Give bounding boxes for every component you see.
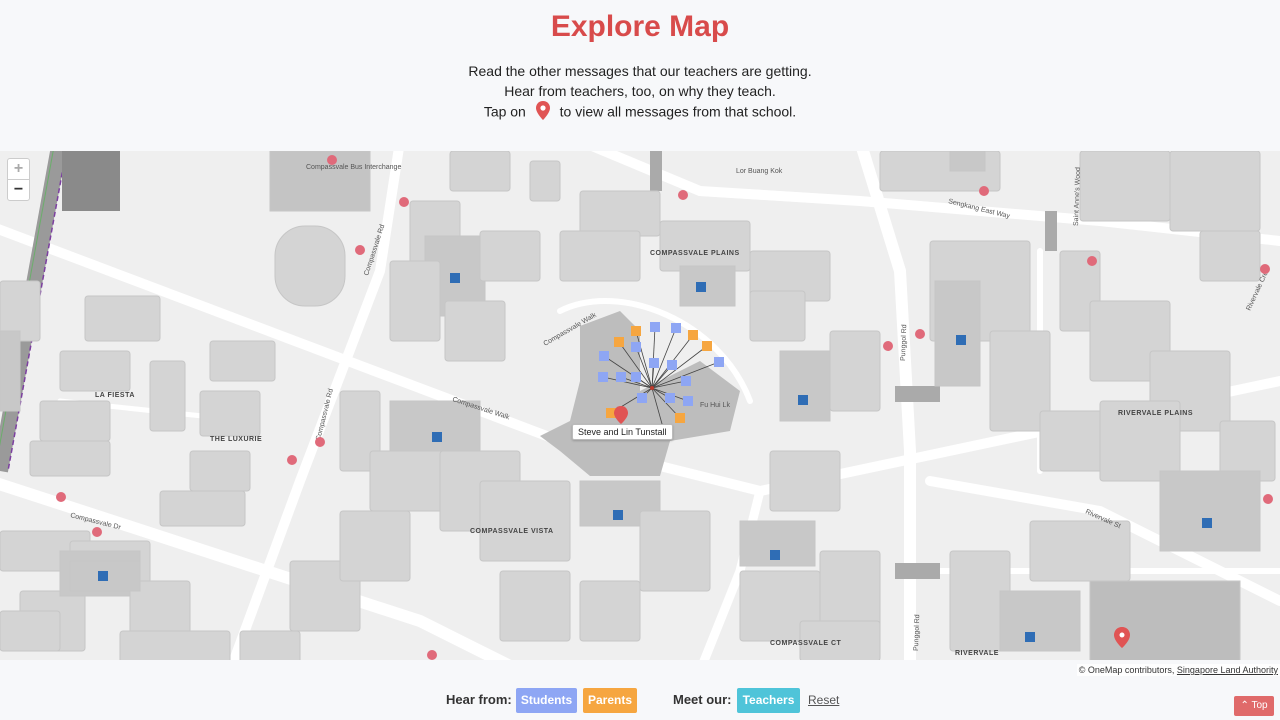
chevron-up-icon: ⌃ [1240, 700, 1249, 711]
attribution-text: © OneMap contributors, [1078, 665, 1175, 675]
intro-line-1: Read the other messages that our teacher… [468, 63, 812, 79]
intro-line-3-before: Tap on [483, 103, 526, 120]
student-message-marker[interactable] [683, 396, 693, 406]
parent-message-marker[interactable] [675, 413, 685, 423]
student-message-marker[interactable] [637, 393, 647, 403]
student-message-marker[interactable] [631, 372, 641, 382]
student-message-marker[interactable] [681, 376, 691, 386]
map-pin-icon [535, 101, 550, 125]
cluster-center [650, 386, 654, 390]
student-message-marker[interactable] [665, 393, 675, 403]
page-title: Explore Map [550, 10, 730, 43]
intro-line-3-after: to view all messages from that school. [559, 103, 797, 120]
parent-message-marker[interactable] [702, 341, 712, 351]
hear-from-label: Hear from: [446, 692, 512, 707]
map-view[interactable]: Compassvale Walk Compassvale Walk Compas… [0, 151, 1280, 660]
school-pin-icon[interactable] [614, 406, 628, 424]
student-message-marker[interactable] [631, 342, 641, 352]
student-message-marker[interactable] [599, 351, 609, 361]
intro-line-3: Tap on to view all messages from that sc… [0, 101, 1280, 125]
student-message-marker[interactable] [616, 372, 626, 382]
parent-message-marker[interactable] [614, 337, 624, 347]
map-attribution: © OneMap contributors, Singapore Land Au… [1076, 664, 1280, 676]
student-message-marker[interactable] [650, 322, 660, 332]
teachers-filter-button[interactable]: Teachers [737, 688, 800, 713]
parent-message-marker[interactable] [631, 326, 641, 336]
page-header: Explore Map Read the other messages that… [0, 0, 1280, 150]
intro-line-2: Hear from teachers, too, on why they tea… [504, 83, 776, 99]
student-message-marker[interactable] [671, 323, 681, 333]
filter-bar: Hear from: Students Parents Meet our: Te… [0, 688, 1280, 714]
student-message-marker[interactable] [714, 357, 724, 367]
parents-filter-button[interactable]: Parents [583, 688, 637, 713]
reset-link[interactable]: Reset [808, 693, 839, 707]
attribution-link[interactable]: Singapore Land Authority [1177, 665, 1278, 675]
zoom-control: + − [7, 158, 30, 201]
parent-message-marker[interactable] [688, 330, 698, 340]
students-filter-button[interactable]: Students [516, 688, 577, 713]
back-to-top-button[interactable]: ⌃ Top [1234, 696, 1274, 716]
student-message-marker[interactable] [598, 372, 608, 382]
zoom-in-button[interactable]: + [8, 159, 29, 180]
marker-tooltip: Steve and Lin Tunstall [572, 424, 673, 440]
zoom-out-button[interactable]: − [8, 180, 29, 200]
student-message-marker[interactable] [649, 358, 659, 368]
student-message-marker[interactable] [667, 360, 677, 370]
top-label: Top [1251, 700, 1268, 711]
spider-cluster [598, 322, 724, 436]
meet-our-label: Meet our: [673, 692, 732, 707]
